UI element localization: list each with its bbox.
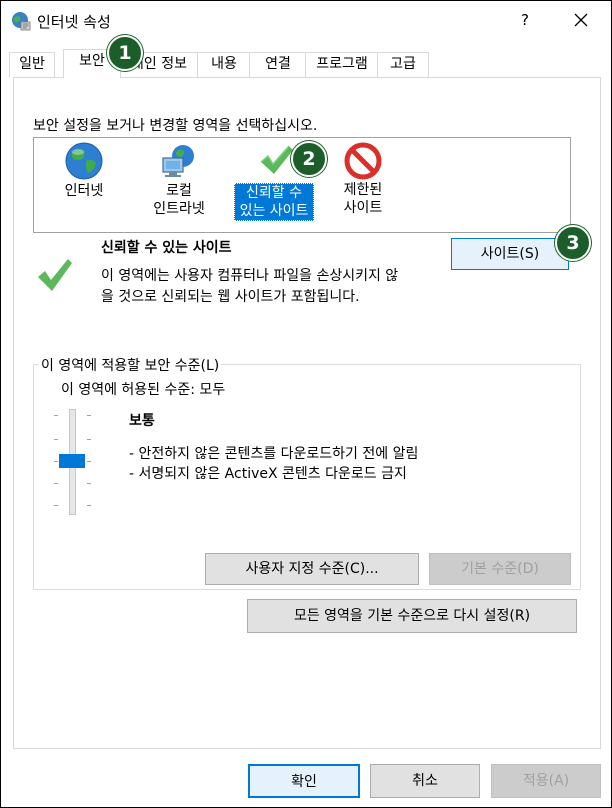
zone-restricted-label-2: 사이트 [343, 200, 383, 216]
selected-zone-title: 신뢰할 수 있는 사이트 [101, 240, 232, 256]
security-level-name: 보통 [129, 413, 155, 429]
annotation-badge-1: 1 [107, 35, 143, 71]
zone-local-intranet-label-1: 로컬 [166, 183, 192, 199]
tab-general[interactable]: 일반 [9, 52, 55, 77]
selected-zone-checkmark-icon [38, 259, 72, 291]
intranet-icon [162, 145, 194, 177]
slider-thumb[interactable] [59, 454, 85, 468]
annotation-badge-3: 3 [555, 225, 591, 261]
zone-restricted-label-1: 제한된 [343, 182, 383, 198]
zone-trusted-sites-label-1: 신뢰할 수 [246, 185, 302, 201]
zone-internet[interactable]: 인터넷 [48, 138, 120, 201]
zone-prompt: 보안 설정을 보거나 변경할 영역을 선택하십시오. [33, 118, 318, 134]
internet-options-icon [12, 12, 31, 31]
sites-button[interactable]: 사이트(S) [451, 238, 569, 270]
checkmark-icon [260, 145, 293, 174]
tab-content[interactable]: 내용 [197, 52, 251, 77]
help-button[interactable]: ? [511, 7, 539, 33]
security-level-description-2: - 서명되지 않은 ActiveX 콘텐츠 다운로드 금지 [129, 466, 407, 482]
annotation-badge-2: 2 [291, 141, 327, 177]
allowed-levels-text: 이 영역에 허용된 수준: 모두 [61, 382, 226, 398]
security-level-group-label: 이 영역에 적용할 보안 수준(L) [39, 355, 222, 375]
zone-restricted-sites[interactable]: 제한된 사이트 [330, 138, 396, 217]
close-icon[interactable] [565, 7, 597, 33]
window-title: 인터넷 속성 [37, 13, 111, 31]
internet-options-dialog: 인터넷 속성 ? 일반 보안 개인 정보 내용 연결 프로그램 고급 보안 설정… [0, 0, 612, 808]
selected-zone-description-2: 을 것으로 신뢰되는 웹 사이트가 포함됩니다. [101, 289, 360, 305]
security-level-slider[interactable] [51, 409, 101, 515]
tab-programs[interactable]: 프로그램 [305, 52, 379, 77]
zone-trusted-sites-label-box: 신뢰할 수 있는 사이트 [234, 183, 314, 221]
custom-level-button[interactable]: 사용자 지정 수준(C)... [205, 553, 419, 585]
security-level-description-1: - 안전하지 않은 콘텐츠를 다운로드하기 전에 알림 [129, 446, 419, 462]
zone-internet-label: 인터넷 [64, 183, 104, 199]
restricted-icon [344, 142, 382, 180]
apply-button[interactable]: 적용(A) [491, 764, 601, 798]
reset-all-zones-button[interactable]: 모든 영역을 기본 수준으로 다시 설정(R) [247, 599, 577, 633]
zone-local-intranet-label-2: 인트라넷 [153, 201, 205, 217]
default-level-button[interactable]: 기본 수준(D) [429, 553, 571, 585]
cancel-button[interactable]: 취소 [370, 764, 480, 798]
tab-advanced[interactable]: 고급 [377, 52, 429, 77]
title-bar: 인터넷 속성 ? [1, 1, 611, 39]
ok-button[interactable]: 확인 [248, 764, 360, 798]
zone-local-intranet[interactable]: 로컬 인트라넷 [138, 138, 220, 218]
globe-icon [65, 142, 103, 180]
tab-connections[interactable]: 연결 [249, 52, 307, 77]
zone-trusted-sites-label-2: 있는 사이트 [239, 203, 309, 219]
selected-zone-description-1: 이 영역에는 사용자 컴퓨터나 파일을 손상시키지 않 [101, 268, 399, 284]
